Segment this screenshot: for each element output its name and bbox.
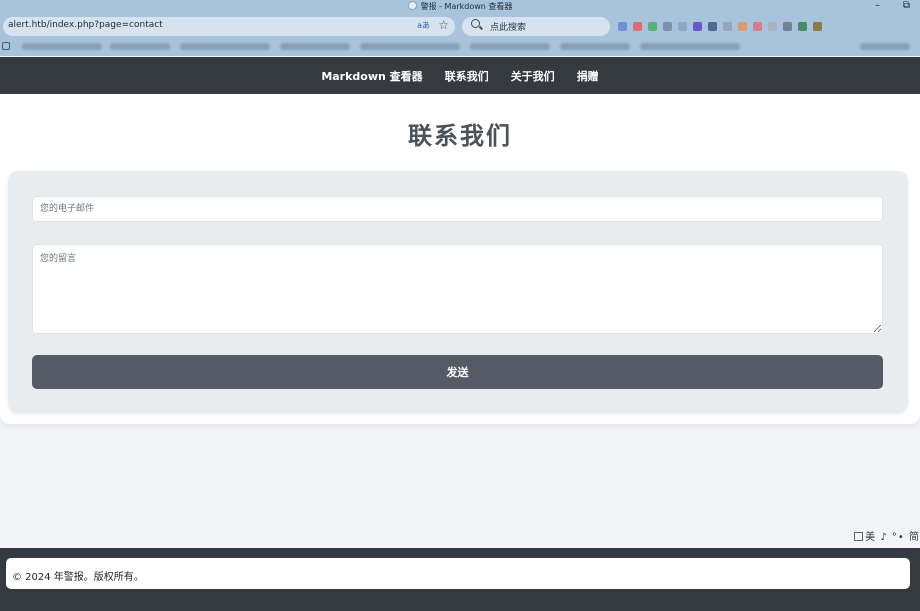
extension-icon[interactable] <box>678 22 687 31</box>
bookmarks-bar <box>0 38 920 56</box>
address-bar[interactable]: alert.htb/index.php?page=contact aあ ☆ <box>3 17 455 36</box>
search-placeholder: 点此搜索 <box>490 23 527 33</box>
restore-icon[interactable]: ⧉ <box>903 0 910 12</box>
extension-icon[interactable] <box>753 22 762 31</box>
minimize-icon[interactable]: – <box>875 0 880 12</box>
extension-icon[interactable] <box>663 22 672 31</box>
reader-mode-icon[interactable]: aあ <box>417 20 430 31</box>
extension-icon[interactable] <box>618 22 627 31</box>
nav-contact[interactable]: 联系我们 <box>445 68 489 84</box>
page-title: 联系我们 <box>408 122 512 150</box>
extension-icon[interactable] <box>798 22 807 31</box>
bookmark-item[interactable] <box>110 43 170 50</box>
bookmark-star-icon[interactable]: ☆ <box>438 18 449 32</box>
contact-form: 发送 <box>8 171 908 413</box>
bookmark-item[interactable] <box>180 43 270 50</box>
message-textarea[interactable] <box>32 244 883 334</box>
email-input[interactable] <box>32 196 883 222</box>
extension-icon[interactable] <box>648 22 657 31</box>
extension-icon[interactable] <box>813 22 822 31</box>
browser-titlebar: 警报 - Markdown 查看器 – ⧉ <box>0 0 920 14</box>
bookmark-item[interactable] <box>640 43 740 50</box>
bookmark-item[interactable] <box>470 43 550 50</box>
extension-icon[interactable] <box>708 22 717 31</box>
ime-grid-icon <box>854 532 864 541</box>
extension-icon[interactable] <box>693 22 702 31</box>
extension-icon[interactable] <box>738 22 747 31</box>
browser-toolbar: alert.htb/index.php?page=contact aあ ☆ 点此… <box>0 14 920 38</box>
bookmarks-folder-icon[interactable] <box>2 42 10 50</box>
send-button[interactable]: 发送 <box>32 355 883 389</box>
nav-donate[interactable]: 捐赠 <box>577 68 599 84</box>
extension-icon[interactable] <box>723 22 732 31</box>
extension-icon[interactable] <box>633 22 642 31</box>
window-title: 警报 - Markdown 查看器 <box>0 1 920 12</box>
bookmark-item[interactable] <box>860 43 910 50</box>
footer-copyright: © 2024 年警报。版权所有。 <box>6 558 910 589</box>
nav-about[interactable]: 关于我们 <box>511 68 555 84</box>
extensions-toolbar <box>618 19 822 33</box>
ime-toolbar-text: 美 ♪ °• 简 <box>865 532 920 543</box>
ime-toolbar[interactable]: 美 ♪ °• 简 <box>854 528 920 543</box>
nav-markdown-viewer[interactable]: Markdown 查看器 <box>321 68 422 84</box>
globe-icon <box>407 1 417 10</box>
bookmark-item[interactable] <box>560 43 630 50</box>
window-title-text: 警报 - Markdown 查看器 <box>420 2 513 11</box>
extension-icon[interactable] <box>783 22 792 31</box>
bookmark-item[interactable] <box>22 43 102 50</box>
browser-search-box[interactable]: 点此搜索 <box>462 17 610 36</box>
site-footer: © 2024 年警报。版权所有。 <box>0 548 920 611</box>
bookmark-item[interactable] <box>360 43 460 50</box>
contact-card: 联系我们 发送 <box>0 94 920 424</box>
bookmark-item[interactable] <box>280 43 350 50</box>
search-icon <box>471 19 480 28</box>
extension-icon[interactable] <box>768 22 777 31</box>
address-text[interactable]: alert.htb/index.php?page=contact <box>8 20 163 30</box>
site-navbar: Markdown 查看器 联系我们 关于我们 捐赠 <box>0 57 920 94</box>
